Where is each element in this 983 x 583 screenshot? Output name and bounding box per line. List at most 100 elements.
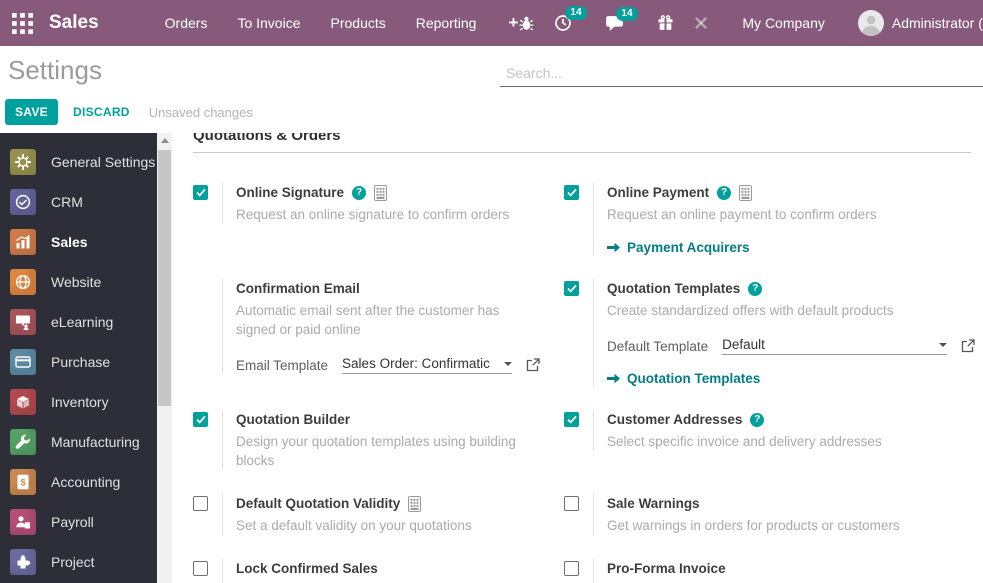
activities-icon[interactable]: 14 — [554, 6, 587, 32]
sidebar-item-crm[interactable]: CRM — [0, 182, 157, 222]
app-name[interactable]: Sales — [49, 12, 99, 34]
sidebar-item-label: General Settings — [51, 154, 156, 170]
sidebar-item-website[interactable]: Website — [0, 262, 157, 302]
tools-icon[interactable] — [693, 15, 709, 31]
help-icon[interactable]: ? — [748, 281, 763, 296]
checkbox-quotation-builder[interactable] — [193, 412, 208, 427]
chart-icon — [10, 229, 36, 255]
checkbox-sale-warnings[interactable] — [564, 496, 580, 511]
control-panel: Settings SAVE DISCARD Unsaved changes — [0, 46, 983, 133]
caret-down-icon — [504, 361, 513, 366]
activities-badge: 14 — [565, 6, 587, 20]
setting-label: Lock Confirmed Sales — [236, 561, 378, 576]
settings-content: Quotations & Orders Online Signature? Req… — [172, 133, 983, 583]
link-quotation-templates[interactable]: Quotation Templates — [607, 371, 975, 386]
field-dropdown[interactable]: Default — [722, 337, 948, 355]
page-title: Settings — [8, 55, 102, 85]
setting-label: Quotation Templates — [607, 281, 741, 296]
setting-label: Customer Addresses — [607, 412, 743, 427]
settings-body: General Settings CRM Sales Website eLearning… — [0, 133, 983, 583]
save-button[interactable]: SAVE — [5, 99, 58, 125]
user-name: Administrator (odoo14 — [891, 15, 983, 31]
apps-grid-icon[interactable] — [12, 12, 33, 34]
cp-actions: SAVE DISCARD Unsaved changes — [5, 99, 253, 125]
setting-label: Pro-Forma Invoice — [607, 561, 726, 576]
external-link-icon[interactable] — [526, 358, 540, 372]
sidebar-item-label: Payroll — [51, 514, 94, 530]
payroll-icon — [10, 509, 36, 535]
wrench-icon — [10, 429, 36, 455]
settings-grid: Online Signature? Request an online signa… — [193, 183, 975, 583]
field-label: Email Template — [236, 357, 329, 373]
checkbox-default-quotation-validity[interactable] — [193, 496, 208, 511]
checkbox-pro-forma-invoice[interactable] — [564, 561, 580, 576]
sidebar-item-inventory[interactable]: Inventory — [0, 382, 157, 422]
setting-label: Confirmation Email — [236, 281, 360, 296]
menu-to-invoice[interactable]: To Invoice — [237, 15, 300, 31]
menu-reporting[interactable]: Reporting — [416, 15, 477, 31]
scrollbar-thumb[interactable] — [158, 150, 171, 406]
menu-orders[interactable]: Orders — [165, 15, 208, 31]
sidebar-item-elearning[interactable]: eLearning — [0, 302, 157, 342]
bug-icon[interactable] — [518, 15, 535, 32]
upgrade-building-icon — [374, 184, 388, 201]
field-value: Sales Order: Confirmatic — [342, 356, 490, 371]
setting-quotation-templates: Quotation Templates? Create standardized … — [564, 279, 975, 386]
setting-label: Default Quotation Validity — [236, 496, 401, 511]
sidebar-item-purchase[interactable]: Purchase — [0, 342, 157, 382]
presentation-icon — [10, 309, 36, 335]
systray: 14 14 My Company Administrator (odoo14 — [518, 6, 983, 36]
setting-description: Request an online signature to confirm o… — [236, 207, 510, 222]
user-menu[interactable]: Administrator (odoo14 — [857, 10, 983, 36]
menu-products[interactable]: Products — [331, 15, 386, 31]
external-link-icon[interactable] — [961, 339, 975, 353]
topbar-menus: Orders To Invoice Products Reporting — [165, 15, 477, 31]
setting-label: Online Signature — [236, 185, 345, 200]
checkbox-customer-addresses[interactable] — [564, 412, 580, 427]
link-payment-acquirers[interactable]: Payment Acquirers — [607, 240, 975, 255]
help-icon[interactable]: ? — [750, 412, 765, 427]
sidebar-item-sales[interactable]: Sales — [0, 222, 157, 262]
sidebar-item-label: Sales — [51, 234, 88, 250]
discard-button[interactable]: DISCARD — [73, 105, 130, 119]
checkbox-quotation-templates[interactable] — [564, 281, 580, 296]
gift-icon[interactable] — [657, 15, 674, 31]
settings-sidebar: General Settings CRM Sales Website eLearning… — [0, 133, 157, 583]
search-input[interactable] — [500, 61, 983, 86]
sidebar-item-label: Accounting — [51, 474, 121, 490]
sidebar-item-label: Website — [51, 274, 102, 290]
checkbox-lock-confirmed-sales[interactable] — [193, 561, 208, 576]
setting-description: Select specific invoice and delivery add… — [607, 434, 882, 449]
handshake-icon — [10, 189, 36, 215]
checkbox-online-payment[interactable] — [564, 185, 580, 200]
link-label: Quotation Templates — [627, 371, 761, 386]
setting-default-quotation-validity: Default Quotation Validity Set a default … — [193, 494, 540, 535]
company-switcher[interactable]: My Company — [742, 15, 824, 31]
sidebar-item-accounting[interactable]: $ Accounting — [0, 462, 157, 502]
sidebar-item-manufacturing[interactable]: Manufacturing — [0, 422, 157, 462]
setting-description: Create standardized offers with default … — [607, 303, 894, 318]
sidebar-item-project[interactable]: Project — [0, 542, 157, 582]
puzzle-icon — [10, 549, 36, 575]
invoice-icon: $ — [10, 469, 36, 495]
sidebar-item-label: Manufacturing — [51, 434, 140, 450]
card-icon — [10, 349, 36, 375]
arrow-right-icon — [607, 242, 621, 253]
scrollbar-up-arrow[interactable] — [157, 133, 172, 148]
help-icon[interactable]: ? — [352, 185, 367, 200]
help-icon[interactable]: ? — [717, 185, 732, 200]
sidebar-item-payroll[interactable]: Payroll — [0, 502, 157, 542]
settings-scrollbar — [157, 133, 172, 583]
field-dropdown[interactable]: Sales Order: Confirmatic — [342, 356, 513, 374]
checkbox-online-signature[interactable] — [193, 185, 208, 200]
setting-online-signature: Online Signature? Request an online signa… — [193, 183, 540, 255]
add-menu-button[interactable]: + — [508, 13, 518, 33]
sidebar-item-general-settings[interactable]: General Settings — [0, 142, 157, 182]
sidebar-item-label: eLearning — [51, 314, 114, 330]
section-title: Quotations & Orders — [193, 133, 971, 153]
setting-description: Request an online payment to confirm ord… — [607, 207, 877, 222]
field-value: Default — [722, 337, 765, 352]
messages-badge: 14 — [616, 6, 638, 21]
messages-icon[interactable]: 14 — [605, 6, 638, 32]
upgrade-building-icon — [739, 184, 753, 201]
